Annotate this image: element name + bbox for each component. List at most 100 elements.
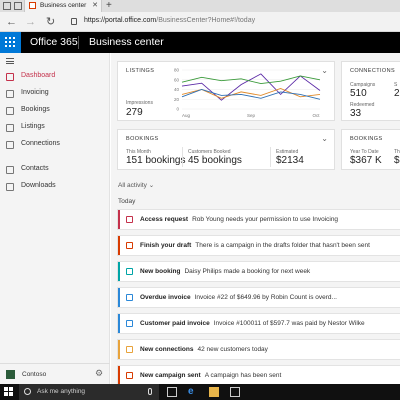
windows-taskbar: Ask me anything e <box>0 384 400 400</box>
chevron-down-icon[interactable]: ⌄ <box>321 134 328 143</box>
activity-accent-bar <box>118 236 120 255</box>
url-field[interactable]: https://portal.office.com/BusinessCenter… <box>84 17 255 24</box>
forward-icon[interactable]: → <box>25 15 36 29</box>
activity-filter-dropdown[interactable]: All activity ⌄ <box>118 181 154 189</box>
bookings-summary-card[interactable]: BOOKINGS Year To Date $367 K Th $1 <box>341 129 400 170</box>
connections-card[interactable]: CONNECTIONS Campaigns 510 Redeemed 33 S … <box>341 61 400 121</box>
listings-icon <box>6 124 14 132</box>
tabs-icon[interactable] <box>14 2 22 10</box>
y-tick-label: 60 <box>174 77 180 82</box>
activity-description: Invoice #22 of $649.96 by Robin Count is… <box>194 294 337 301</box>
x-tick-label: Oct <box>312 113 320 118</box>
y-tick-label: 20 <box>174 97 180 102</box>
sidebar-item-listings[interactable]: Listings <box>0 121 110 135</box>
activity-icon <box>126 320 133 327</box>
tab-title: Business center <box>40 2 87 9</box>
activity-description: Rob Young needs your permission to use I… <box>192 216 339 223</box>
redeemed-value: 33 <box>350 108 362 119</box>
activity-title: New connections <box>140 346 194 353</box>
sidebar-item-label: Contacts <box>21 165 49 172</box>
divider <box>182 147 183 167</box>
contacts-icon <box>6 166 14 174</box>
new-tab-icon[interactable]: + <box>106 0 112 12</box>
activity-icon <box>126 346 133 353</box>
listings-card[interactable]: LISTINGS Impressions 279 ⌄ 0 20 40 60 80 Aug… <box>117 61 335 121</box>
activity-accent-bar <box>118 314 120 333</box>
sidebar-item-label: Invoicing <box>21 89 49 96</box>
window-icon[interactable] <box>3 2 11 10</box>
bookings-card[interactable]: BOOKINGS ⌄ This Month 151 bookings Custo… <box>117 129 335 170</box>
store-icon[interactable] <box>230 387 240 397</box>
activity-item[interactable]: New campaign sent A campaign has been sen… <box>117 365 400 384</box>
y-tick-label: 40 <box>174 87 180 92</box>
sidebar-item-dashboard[interactable]: Dashboard <box>0 70 110 84</box>
cortana-icon <box>24 388 31 395</box>
activity-title: New booking <box>140 268 181 275</box>
sidebar-item-bookings[interactable]: Bookings <box>0 104 110 118</box>
activity-item[interactable]: Access request Rob Young needs your permi… <box>117 209 400 230</box>
card-title: LISTINGS <box>126 68 155 74</box>
activity-item[interactable]: Finish your draft There is a campaign in … <box>117 235 400 256</box>
connections-icon <box>6 141 14 149</box>
activity-item[interactable]: New connections 42 new customers today <box>117 339 400 360</box>
activity-accent-bar <box>118 210 120 229</box>
activity-icon <box>126 242 133 249</box>
impressions-value: 279 <box>126 107 143 118</box>
card-title: CONNECTIONS <box>350 68 396 74</box>
search-placeholder: Ask me anything <box>37 388 86 395</box>
customers-value: 45 bookings <box>188 155 242 166</box>
refresh-icon[interactable]: ↻ <box>46 15 55 29</box>
sidebar-item-connections[interactable]: Connections <box>0 138 110 152</box>
activity-title: Finish your draft <box>140 242 192 249</box>
activity-item[interactable]: Overdue invoice Invoice #22 of $649.96 by… <box>117 287 400 308</box>
microphone-icon[interactable] <box>148 388 152 395</box>
dashboard-icon <box>6 73 14 81</box>
download-icon <box>6 183 14 191</box>
task-view-icon[interactable] <box>167 387 177 397</box>
activity-title: New campaign sent <box>140 372 201 379</box>
card-title: BOOKINGS <box>126 136 159 142</box>
activity-description: 42 new customers today <box>197 346 268 353</box>
estimated-value: $2134 <box>276 155 304 166</box>
back-icon[interactable]: ← <box>6 15 17 29</box>
section-heading-today: Today <box>118 198 136 205</box>
activity-description: There is a campaign in the drafts folder… <box>195 242 370 249</box>
gear-icon[interactable]: ⚙ <box>95 368 103 379</box>
address-bar: ← → ↻ https://portal.office.com/Business… <box>0 12 400 32</box>
lock-icon <box>71 18 77 25</box>
sidebar-item-label: Bookings <box>21 106 50 113</box>
activity-icon <box>126 216 133 223</box>
sidebar-item-contacts[interactable]: Contacts <box>0 163 110 177</box>
sidebar-item-label: Dashboard <box>21 72 56 79</box>
clipped-value: 2 <box>394 88 400 99</box>
activity-accent-bar <box>118 366 120 384</box>
file-explorer-icon[interactable] <box>209 387 219 397</box>
header-divider <box>78 36 79 49</box>
calendar-icon <box>6 107 14 115</box>
activity-text: Access request Rob Young needs your permi… <box>140 216 338 223</box>
activity-description: A campaign has been sent <box>204 372 282 379</box>
sidebar-item-downloads[interactable]: Downloads <box>0 180 110 194</box>
office-header: Office 365 Business center <box>0 32 400 53</box>
activity-text: New connections 42 new customers today <box>140 346 268 353</box>
activity-text: Finish your draft There is a campaign in … <box>140 242 370 249</box>
activity-text: Overdue invoice Invoice #22 of $649.96 by… <box>140 294 337 301</box>
browser-tab[interactable]: Business center ✕ <box>24 0 102 12</box>
activity-text: New booking Daisy Philips made a booking … <box>140 268 310 275</box>
taskbar-search[interactable]: Ask me anything <box>19 384 159 400</box>
activity-item[interactable]: Customer paid invoice Invoice #100011 of … <box>117 313 400 334</box>
brand-name[interactable]: Office 365 <box>30 36 78 48</box>
close-tab-icon[interactable]: ✕ <box>92 1 98 9</box>
this-month-value: 151 bookings <box>126 155 186 166</box>
clipped-value: $1 <box>394 155 400 166</box>
sidebar-item-invoicing[interactable]: Invoicing <box>0 87 110 101</box>
app-launcher-icon[interactable] <box>0 32 21 53</box>
windows-start-icon[interactable] <box>4 387 14 397</box>
activity-accent-bar <box>118 340 120 359</box>
activity-text: Customer paid invoice Invoice #100011 of … <box>140 320 365 327</box>
app-title: Business center <box>89 36 164 48</box>
activity-item[interactable]: New booking Daisy Philips made a booking … <box>117 261 400 282</box>
menu-icon[interactable] <box>6 58 14 64</box>
activity-title: Access request <box>140 216 189 223</box>
edge-icon[interactable]: e <box>188 387 198 397</box>
